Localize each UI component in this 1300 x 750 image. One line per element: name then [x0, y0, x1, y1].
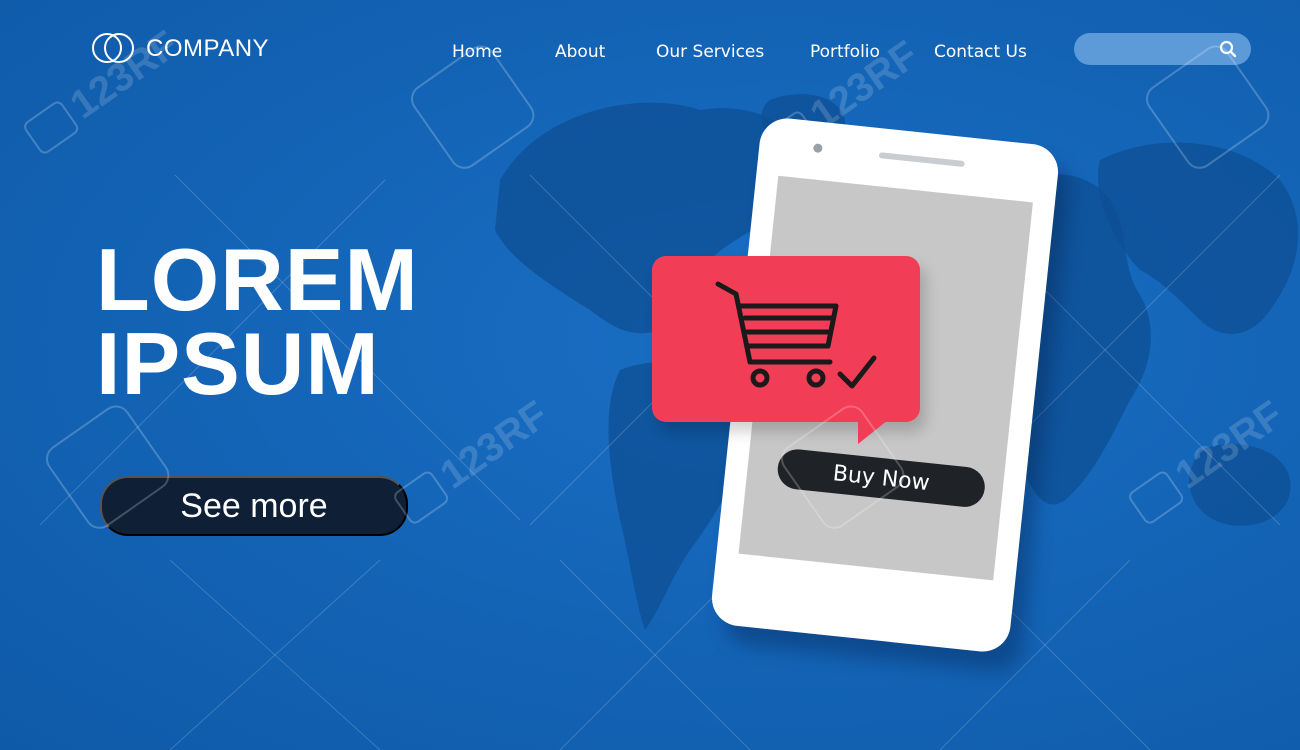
- company-logo[interactable]: COMPANY: [92, 32, 269, 66]
- nav-about[interactable]: About: [555, 42, 605, 62]
- cart-notification-bubble: [652, 256, 920, 444]
- nav-portfolio[interactable]: Portfolio: [810, 42, 880, 62]
- company-name: COMPANY: [146, 35, 270, 62]
- hero-title: LOREM IPSUM: [96, 230, 419, 413]
- search-input[interactable]: [1088, 38, 1218, 60]
- see-more-button[interactable]: See more: [100, 476, 408, 536]
- nav-contact-us[interactable]: Contact Us: [934, 42, 1027, 62]
- nav-home[interactable]: Home: [452, 42, 502, 62]
- interlocking-circles-icon: [92, 32, 136, 66]
- shopping-cart-check-icon: [715, 281, 877, 389]
- search-box[interactable]: [1074, 33, 1251, 65]
- nav-our-services[interactable]: Our Services: [656, 42, 764, 62]
- search-icon[interactable]: [1219, 40, 1237, 58]
